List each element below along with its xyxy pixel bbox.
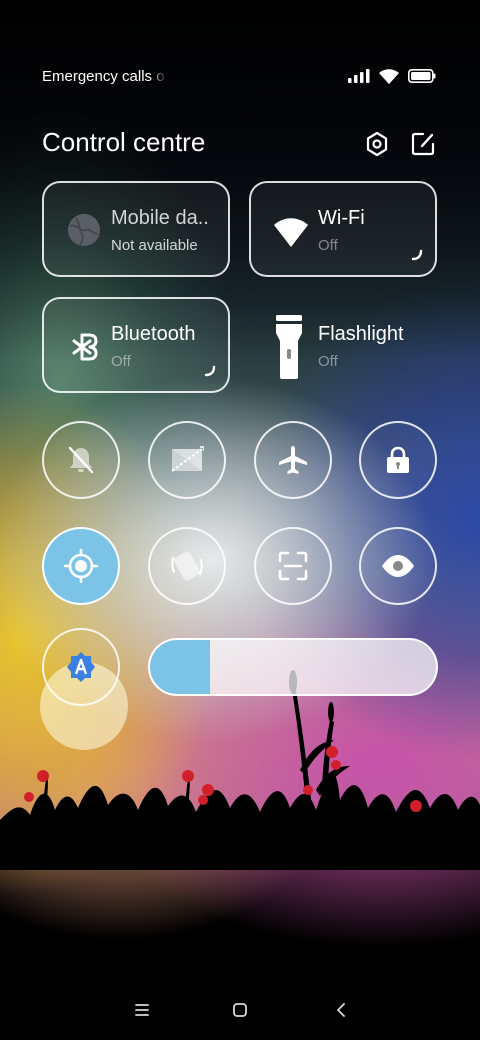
reading-mode-icon xyxy=(382,555,414,577)
home-button[interactable] xyxy=(228,998,252,1022)
status-bar: Emergency calls o xyxy=(0,62,480,90)
page-title: Control centre xyxy=(42,127,206,157)
mute-toggle[interactable] xyxy=(42,421,120,499)
menu-button[interactable] xyxy=(130,998,154,1022)
lock-icon xyxy=(387,446,409,473)
mute-icon xyxy=(68,446,94,474)
menu-icon xyxy=(135,1004,149,1016)
bluetooth-tile[interactable]: Bluetooth Off xyxy=(42,297,230,393)
globe-icon xyxy=(68,214,100,246)
tile-subtitle: Off xyxy=(318,353,338,370)
auto-brightness-toggle[interactable] xyxy=(42,628,120,706)
airplane-icon xyxy=(279,446,307,474)
screenshot-toggle[interactable] xyxy=(148,421,226,499)
location-toggle[interactable] xyxy=(42,527,120,605)
flashlight-icon xyxy=(276,315,302,379)
tile-title: Wi-Fi xyxy=(318,207,365,229)
bluetooth-icon xyxy=(72,333,98,361)
scanner-toggle[interactable] xyxy=(254,527,332,605)
settings-icon xyxy=(366,131,388,157)
tile-title: Mobile da.. xyxy=(111,207,209,229)
tile-subtitle: Off xyxy=(318,237,338,254)
auto-brightness-icon xyxy=(67,652,95,682)
edit-icon xyxy=(411,132,435,156)
screenshot-icon xyxy=(171,446,204,472)
tile-subtitle: Off xyxy=(111,353,131,370)
location-icon xyxy=(64,549,98,583)
back-icon xyxy=(337,1003,345,1017)
wifi-icon xyxy=(379,68,399,84)
navigation-bar xyxy=(0,990,480,1032)
signal-icon xyxy=(348,69,370,83)
status-icons xyxy=(348,68,436,84)
tile-title: Flashlight xyxy=(318,323,404,345)
back-button[interactable] xyxy=(329,998,353,1022)
auto-rotate-toggle[interactable] xyxy=(148,527,226,605)
scanner-icon xyxy=(278,551,308,581)
battery-icon xyxy=(408,69,436,83)
lock-screen-toggle[interactable] xyxy=(359,421,437,499)
expand-corner-icon xyxy=(204,365,216,377)
status-text: Emergency calls o xyxy=(42,68,165,85)
tile-title: Bluetooth xyxy=(111,323,196,345)
airplane-toggle[interactable] xyxy=(254,421,332,499)
home-icon xyxy=(233,1003,247,1017)
reading-mode-toggle[interactable] xyxy=(359,527,437,605)
edit-button[interactable] xyxy=(410,130,438,158)
brightness-slider[interactable] xyxy=(148,638,438,696)
tile-subtitle: Not available xyxy=(111,237,198,254)
brightness-slider-fill xyxy=(150,640,211,694)
expand-corner-icon xyxy=(411,249,423,261)
wifi-tile[interactable]: Wi-Fi Off xyxy=(249,181,437,277)
auto-rotate-icon xyxy=(171,551,203,581)
wifi-icon xyxy=(274,218,308,247)
flashlight-tile[interactable]: Flashlight Off xyxy=(249,297,437,393)
settings-button[interactable] xyxy=(363,130,391,158)
mobile-data-tile[interactable]: Mobile da.. Not available xyxy=(42,181,230,277)
